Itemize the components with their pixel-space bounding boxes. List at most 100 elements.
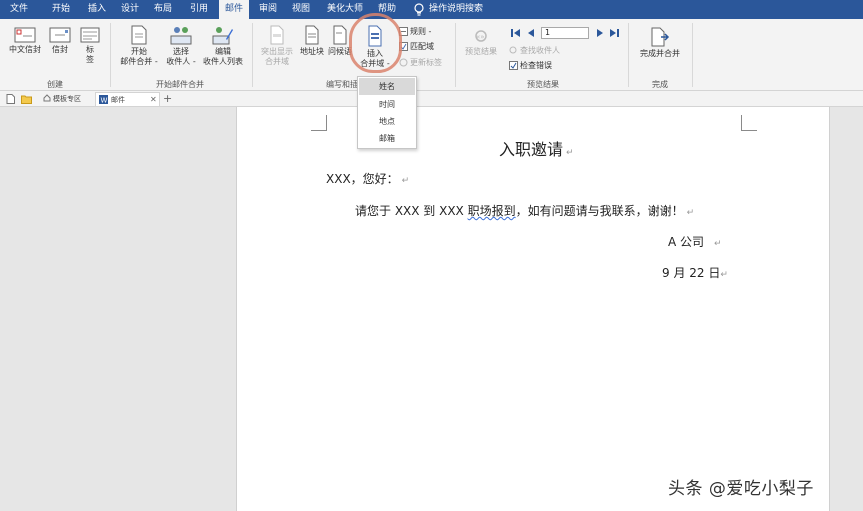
preview-results-icon: «»	[475, 30, 487, 42]
greeting-text: XXX，您好：	[326, 172, 399, 186]
envelope-icon	[49, 27, 71, 43]
envelope-button[interactable]: 信封	[47, 27, 73, 55]
new-document-icon[interactable]	[6, 94, 15, 104]
check-errors-button[interactable]: 检查错误	[509, 60, 552, 72]
start-mail-merge-button[interactable]: 开始 邮件合并 -	[116, 25, 162, 67]
document-page[interactable]: 入职邀请 ↵ XXX，您好： ↵ 请您于 XXX 到 XXX 职场报到，如有问题请与…	[236, 107, 830, 511]
envelope-label: 信封	[52, 45, 68, 54]
match-fields-icon	[399, 42, 408, 51]
labels-label-line2: 签	[86, 55, 94, 64]
document-title: 入职邀请 ↵	[499, 136, 574, 160]
tab-mailings[interactable]: 邮件	[219, 0, 249, 19]
tab-document-mail[interactable]: W 邮件 ✕	[95, 92, 160, 106]
document-canvas: 入职邀请 ↵ XXX，您好： ↵ 请您于 XXX 到 XXX 职场报到，如有问题请与…	[0, 107, 863, 511]
find-recipient-label: 查找收件人	[520, 46, 560, 55]
edit-recipient-list-button[interactable]: 编辑 收件人列表	[200, 25, 246, 67]
insert-field-line2: 合并域 -	[360, 59, 390, 68]
ribbon-separator	[252, 23, 253, 87]
start-merge-line1: 开始	[131, 47, 147, 56]
greeting-line-label: 问候语	[328, 47, 352, 56]
add-tab-button[interactable]: +	[163, 92, 173, 106]
labels-label-line1: 标	[86, 45, 94, 54]
labels-button[interactable]: 标 签	[78, 27, 102, 65]
body-text-post: ，如有问题请与我联系，谢谢！	[515, 204, 684, 218]
select-recipients-line1: 选择	[173, 47, 189, 56]
rules-label: 规则 -	[410, 27, 432, 36]
update-labels-button[interactable]: 更新标签	[399, 57, 442, 69]
highlight-fields-icon	[270, 25, 284, 45]
greeting-line-button[interactable]: 问候语	[327, 25, 353, 57]
tab-template-zone[interactable]: 模板专区	[40, 92, 93, 106]
word-doc-icon: W	[99, 95, 108, 105]
group-label-preview: 预览结果	[527, 80, 559, 89]
greeting-line-icon	[333, 25, 347, 45]
company-text: A 公司	[668, 235, 705, 249]
paragraph-mark: ↵	[686, 208, 695, 218]
edit-list-icon	[212, 27, 233, 45]
highlight-merge-fields-button[interactable]: 突出显示 合并域	[257, 25, 297, 67]
paragraph-mark: ↵	[714, 239, 722, 249]
greeting-paragraph: XXX，您好： ↵	[326, 170, 409, 187]
match-fields-label: 匹配域	[410, 42, 434, 51]
ribbon-separator	[692, 23, 693, 87]
find-recipient-button[interactable]: 查找收件人	[509, 45, 560, 57]
merge-field-name[interactable]: 姓名	[359, 78, 415, 95]
rules-icon	[399, 27, 408, 36]
last-record-icon[interactable]	[608, 26, 620, 40]
tab-home[interactable]: 开始	[46, 0, 76, 19]
title-text: 入职邀请	[499, 140, 564, 159]
merge-field-dropdown: 姓名 时间 地点 邮箱	[357, 76, 417, 149]
record-number-input[interactable]: 1	[541, 27, 589, 39]
date-paragraph: 9 月 22 日↵	[662, 264, 728, 281]
first-record-icon[interactable]	[510, 26, 522, 40]
document-merge-icon	[131, 25, 147, 45]
tab-view[interactable]: 视图	[286, 0, 316, 19]
match-fields-button[interactable]: 匹配域	[399, 41, 434, 53]
open-folder-icon[interactable]	[21, 94, 32, 104]
select-recipients-button[interactable]: 选择 收件人 -	[162, 25, 200, 67]
address-block-button[interactable]: 地址块	[297, 25, 327, 57]
check-errors-icon	[509, 61, 518, 70]
tab-layout[interactable]: 布局	[148, 0, 178, 19]
tab-file[interactable]: 文件	[4, 0, 34, 19]
tell-me-search[interactable]: 操作说明搜索	[429, 0, 491, 19]
check-errors-label: 检查错误	[520, 61, 552, 70]
labels-icon	[80, 27, 100, 43]
tab-review[interactable]: 审阅	[253, 0, 283, 19]
tab-help[interactable]: 帮助	[372, 0, 402, 19]
edit-recipients-line2: 收件人列表	[203, 57, 243, 66]
rules-button[interactable]: 规则 -	[399, 26, 431, 38]
margin-corner-mark	[311, 115, 327, 131]
merge-field-email[interactable]: 邮箱	[359, 130, 415, 147]
tab-design[interactable]: 设计	[115, 0, 145, 19]
svg-text:W: W	[101, 97, 108, 105]
find-recipient-icon	[509, 46, 517, 54]
ribbon: 中文信封 信封 标 签 创建 开始 邮件合并 - 选择 收件人 - 编辑 收件人…	[0, 19, 863, 91]
tab-beautify-master[interactable]: 美化大师	[322, 0, 368, 19]
company-paragraph: A 公司 ↵	[668, 233, 722, 250]
next-record-icon[interactable]	[594, 26, 606, 40]
tab-insert[interactable]: 插入	[82, 0, 112, 19]
recipients-icon	[170, 27, 192, 45]
highlight-fields-line1: 突出显示	[261, 47, 293, 56]
preview-results-button[interactable]: «» 预览结果	[460, 27, 502, 57]
highlight-fields-line2: 合并域	[265, 57, 289, 66]
margin-corner-mark	[741, 115, 757, 131]
document-tab-label: 邮件	[111, 96, 125, 104]
merge-field-location[interactable]: 地点	[359, 113, 415, 130]
date-text: 9 月 22 日	[662, 266, 721, 280]
merge-field-time[interactable]: 时间	[359, 96, 415, 113]
close-tab-icon[interactable]: ✕	[150, 93, 157, 107]
finish-merge-button[interactable]: 完成并合并	[634, 27, 686, 59]
finish-merge-label: 完成并合并	[640, 49, 680, 58]
finish-merge-icon	[651, 27, 670, 47]
address-block-icon	[305, 25, 319, 45]
insert-field-line1: 插入	[367, 49, 383, 58]
body-paragraph: 请您于 XXX 到 XXX 职场报到，如有问题请与我联系，谢谢！ ↵	[355, 202, 694, 219]
chinese-envelope-button[interactable]: 中文信封	[6, 27, 44, 55]
tab-references[interactable]: 引用	[184, 0, 214, 19]
insert-merge-field-button[interactable]: 插入 合并域 -	[355, 25, 395, 69]
paragraph-mark: ↵	[566, 148, 574, 158]
previous-record-icon[interactable]	[525, 26, 537, 40]
svg-text:«»: «»	[476, 33, 485, 41]
